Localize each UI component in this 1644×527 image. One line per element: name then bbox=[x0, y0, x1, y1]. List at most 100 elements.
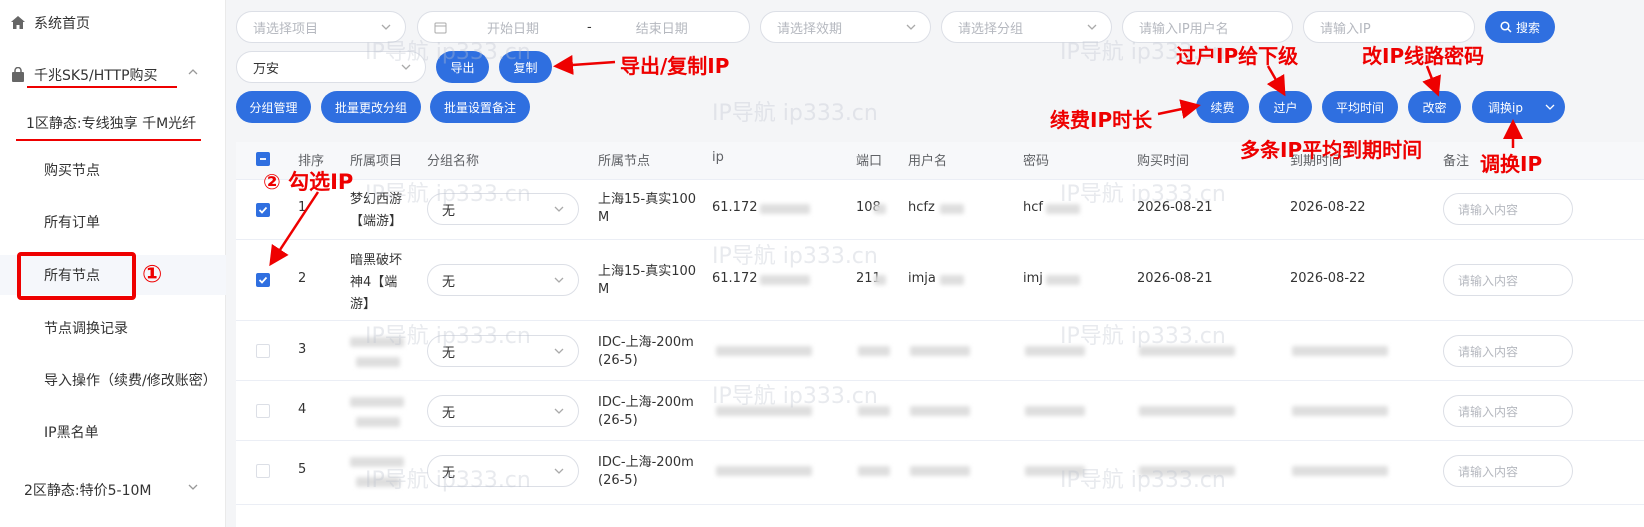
row-node: 上海15-真实100 bbox=[598, 192, 697, 207]
sidebar-item-label: 系统首页 bbox=[34, 16, 90, 32]
row-ip: 61.172 bbox=[712, 200, 758, 215]
row-note-input[interactable]: 请输入内容 bbox=[1443, 193, 1573, 225]
header-buy-time: 购买时间 bbox=[1137, 154, 1190, 169]
annotation-underline bbox=[27, 86, 177, 88]
sidebar-item-buy-node[interactable]: 购买节点 bbox=[0, 150, 226, 190]
ip-username-input[interactable]: 请输入IP用户名 bbox=[1122, 11, 1293, 43]
row-checkbox[interactable] bbox=[256, 203, 270, 217]
sidebar-item-orders[interactable]: 所有订单 bbox=[0, 202, 226, 242]
search-button-label: 搜索 bbox=[1515, 20, 1540, 35]
home-icon bbox=[11, 16, 25, 29]
copy-button[interactable]: 复制 bbox=[499, 51, 552, 83]
row-expire-time: 2026-08-22 bbox=[1290, 200, 1366, 215]
redaction-blur bbox=[940, 275, 964, 285]
sidebar-item-zone1[interactable]: 1区静态:专线独享 千M光纤 bbox=[0, 103, 226, 143]
sidebar-item-import[interactable]: 导入操作（续费/修改账密） bbox=[0, 360, 226, 400]
region-select[interactable]: 万安 bbox=[236, 51, 426, 83]
sidebar-item-blacklist[interactable]: IP黑名单 bbox=[0, 412, 226, 452]
row-group-select[interactable]: 无 bbox=[427, 395, 579, 427]
row-group-select[interactable]: 无 bbox=[427, 335, 579, 367]
row-note-input[interactable]: 请输入内容 bbox=[1443, 335, 1573, 367]
redaction-blur bbox=[350, 397, 404, 407]
sidebar-item-label: 千兆SK5/HTTP购买 bbox=[34, 68, 158, 84]
date-range-picker[interactable]: 开始日期 - 结束日期 bbox=[417, 11, 750, 43]
row-group-select[interactable]: 无 bbox=[427, 455, 579, 487]
select-all-checkbox[interactable] bbox=[256, 152, 270, 166]
ip-username-placeholder: 请输入IP用户名 bbox=[1139, 21, 1229, 37]
row-checkbox[interactable] bbox=[256, 344, 270, 358]
validity-select[interactable]: 请选择效期 bbox=[760, 11, 931, 43]
redaction-blur bbox=[858, 406, 890, 416]
row-group-value: 无 bbox=[442, 465, 456, 481]
chevron-down-icon bbox=[188, 484, 198, 490]
redaction-blur bbox=[356, 477, 400, 487]
sidebar-item-zone2[interactable]: 2区静态:特价5-10M bbox=[0, 470, 226, 510]
batch-note-button[interactable]: 批量设置备注 bbox=[430, 91, 530, 123]
redaction-blur bbox=[716, 346, 812, 356]
transfer-button[interactable]: 过户 bbox=[1259, 91, 1312, 123]
export-button-label: 导出 bbox=[450, 60, 475, 75]
copy-button-label: 复制 bbox=[513, 60, 538, 75]
redaction-blur bbox=[716, 406, 812, 416]
row-note-placeholder: 请输入内容 bbox=[1458, 344, 1519, 359]
row-note-placeholder: 请输入内容 bbox=[1458, 464, 1519, 479]
row-group-select[interactable]: 无 bbox=[427, 264, 579, 296]
redaction-blur bbox=[874, 204, 886, 214]
renew-button[interactable]: 续费 bbox=[1196, 91, 1249, 123]
sidebar-item-swap-log[interactable]: 节点调换记录 bbox=[0, 308, 226, 348]
row-no: 4 bbox=[298, 402, 307, 417]
group-select-placeholder: 请选择分组 bbox=[958, 21, 1024, 37]
row-checkbox[interactable] bbox=[256, 404, 270, 418]
row-checkbox[interactable] bbox=[256, 273, 270, 287]
search-button[interactable]: 搜索 bbox=[1485, 11, 1555, 43]
project-select-placeholder: 请选择项目 bbox=[253, 21, 319, 37]
row-note-placeholder: 请输入内容 bbox=[1458, 404, 1519, 419]
sidebar-item-buy-menu[interactable]: 千兆SK5/HTTP购买 bbox=[0, 55, 226, 95]
annotation-renew: 续费IP时长 bbox=[1050, 108, 1153, 132]
row-note-input[interactable]: 请输入内容 bbox=[1443, 264, 1573, 296]
row-expire-time: 2026-08-22 bbox=[1290, 271, 1366, 286]
group-select[interactable]: 请选择分组 bbox=[941, 11, 1112, 43]
row-buy-time: 2026-08-21 bbox=[1137, 271, 1213, 286]
redaction-blur bbox=[858, 346, 890, 356]
average-time-label: 平均时间 bbox=[1335, 100, 1384, 115]
sidebar-item-label: 购买节点 bbox=[44, 163, 100, 179]
row-node: IDC-上海-200m bbox=[598, 335, 694, 350]
batch-group-label: 批量更改分组 bbox=[334, 100, 407, 115]
row-checkbox[interactable] bbox=[256, 464, 270, 478]
chevron-down-icon bbox=[554, 206, 564, 212]
chevron-down-icon bbox=[906, 24, 916, 30]
ip-input[interactable]: 请输入IP bbox=[1303, 11, 1475, 43]
row-note-input[interactable]: 请输入内容 bbox=[1443, 395, 1573, 427]
validity-select-placeholder: 请选择效期 bbox=[777, 21, 843, 37]
row-note-input[interactable]: 请输入内容 bbox=[1443, 455, 1573, 487]
redaction-blur bbox=[1046, 204, 1080, 214]
redaction-blur bbox=[910, 346, 970, 356]
swap-ip-button[interactable]: 调换ip bbox=[1472, 91, 1565, 123]
row-buy-time: 2026-08-21 bbox=[1137, 200, 1213, 215]
redaction-blur bbox=[940, 204, 964, 214]
annotation-change-password: 改IP线路密码 bbox=[1362, 44, 1485, 68]
row-group-value: 无 bbox=[442, 405, 456, 421]
chevron-up-icon bbox=[188, 69, 198, 75]
project-select[interactable]: 请选择项目 bbox=[236, 11, 406, 43]
group-manage-button[interactable]: 分组管理 bbox=[236, 91, 311, 123]
batch-group-button[interactable]: 批量更改分组 bbox=[321, 91, 421, 123]
row-group-select[interactable]: 无 bbox=[427, 193, 579, 225]
redaction-blur bbox=[1292, 346, 1388, 356]
export-button[interactable]: 导出 bbox=[436, 51, 489, 83]
annotation-transfer: 过户IP给下级 bbox=[1176, 44, 1299, 68]
sidebar-item-label: 导入操作（续费/修改账密） bbox=[44, 373, 217, 389]
sidebar-item-home[interactable]: 系统首页 bbox=[0, 3, 226, 43]
chevron-down-icon bbox=[1545, 104, 1555, 110]
annotation-underline bbox=[16, 139, 201, 141]
sidebar-item-label: 1区静态:专线独享 千M光纤 bbox=[26, 116, 197, 132]
change-password-button[interactable]: 改密 bbox=[1408, 91, 1461, 123]
bag-icon bbox=[12, 67, 24, 82]
row-no: 1 bbox=[298, 200, 307, 215]
row-project: 游】 bbox=[350, 297, 377, 312]
row-node: IDC-上海-200m bbox=[598, 455, 694, 470]
header-password: 密码 bbox=[1023, 154, 1050, 169]
row-node: M bbox=[598, 282, 610, 297]
average-time-button[interactable]: 平均时间 bbox=[1322, 91, 1398, 123]
